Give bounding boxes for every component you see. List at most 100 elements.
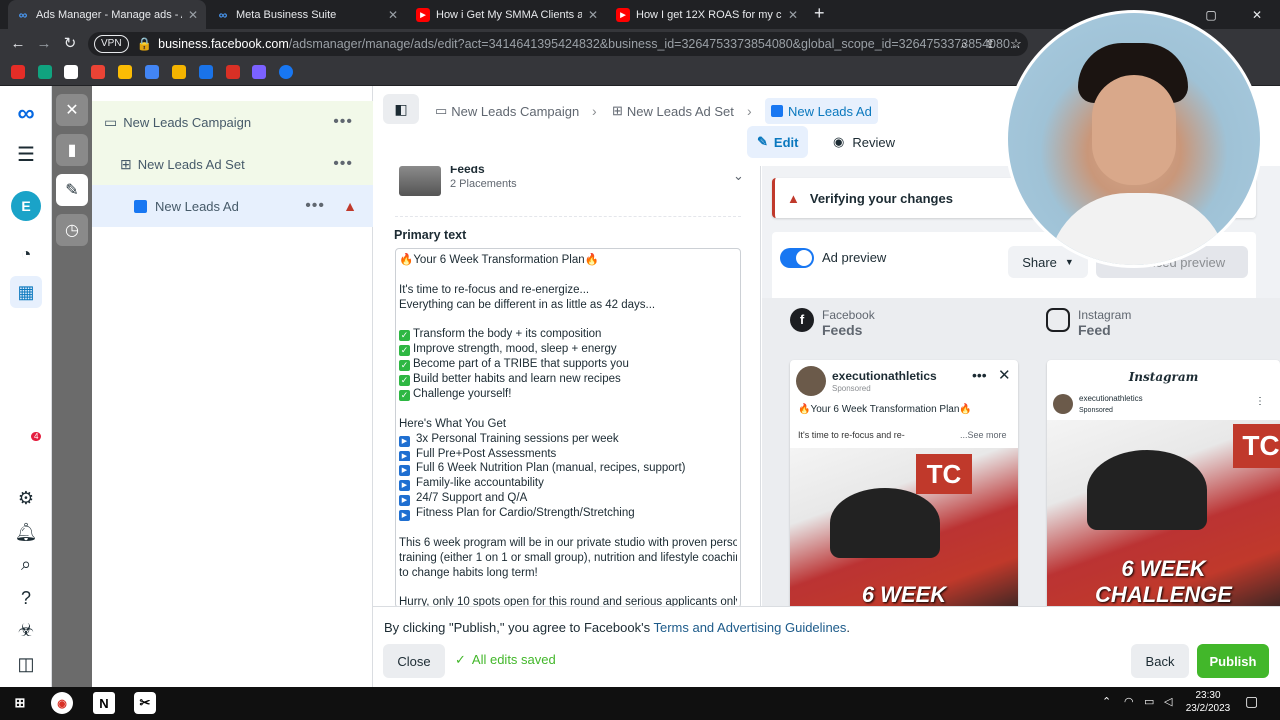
drive-bookmark-icon[interactable] bbox=[118, 65, 132, 79]
publish-button[interactable]: Publish bbox=[1197, 644, 1269, 678]
close-icon[interactable]: ✕ bbox=[188, 8, 198, 22]
window-close-icon[interactable]: ✕ bbox=[1234, 0, 1280, 29]
account-name: executionathletics bbox=[1079, 394, 1143, 403]
volume-icon[interactable]: ◁ bbox=[1164, 695, 1172, 708]
more-options-icon[interactable]: ⋮ bbox=[1255, 396, 1265, 407]
more-options-icon[interactable]: ••• bbox=[333, 155, 353, 173]
help-icon[interactable]: ? bbox=[10, 582, 42, 614]
account-name: executionathletics bbox=[832, 369, 937, 383]
tree-item-adset[interactable]: ⊞ New Leads Ad Set ••• bbox=[92, 143, 373, 185]
tree-item-campaign[interactable]: ▭ New Leads Campaign ••• bbox=[92, 101, 373, 143]
app-bookmark-icon[interactable] bbox=[199, 65, 213, 79]
terms-link[interactable]: Terms and Advertising Guidelines bbox=[653, 620, 846, 635]
sponsored-label: Sponsored bbox=[832, 384, 871, 393]
review-mode-button[interactable]: ◉ Review bbox=[823, 126, 905, 158]
bookmark-star-icon[interactable]: ☆ bbox=[1006, 34, 1026, 54]
panel-toggle-icon[interactable]: ◫ bbox=[10, 648, 42, 680]
breadcrumb-adset[interactable]: ⊞ New Leads Ad Set bbox=[612, 98, 734, 124]
menu-icon[interactable]: ☰ bbox=[10, 138, 42, 170]
app-bookmark-icon[interactable] bbox=[252, 65, 266, 79]
clock[interactable]: 23:30 23/2/2023 bbox=[1183, 689, 1233, 715]
system-tray-chevron-icon[interactable]: ⌃ bbox=[1102, 695, 1111, 708]
gear-icon[interactable]: ⚙ bbox=[10, 482, 42, 514]
chrome-icon[interactable]: ◉ bbox=[51, 692, 73, 714]
primary-text-field[interactable]: 🔥Your 6 Week Transformation Plan🔥 It's t… bbox=[395, 248, 741, 606]
browser-tab-youtube-2[interactable]: ▶ How I get 12X ROAS for my clien ✕ bbox=[608, 0, 806, 29]
close-icon[interactable]: ✕ bbox=[998, 366, 1011, 384]
forward-arrow-icon[interactable]: → bbox=[34, 34, 54, 54]
meta-icon: ∞ bbox=[18, 7, 28, 22]
see-more-link[interactable]: ...See more bbox=[960, 430, 1007, 440]
wifi-icon[interactable]: ◠ bbox=[1124, 695, 1134, 708]
benefit-item: Build better habits and learn new recipe… bbox=[413, 373, 621, 386]
avatar[interactable]: E bbox=[11, 191, 41, 221]
url-path: /adsmanager/manage/ads/edit?act=34146413… bbox=[288, 37, 1021, 51]
close-icon[interactable]: ✕ bbox=[588, 8, 598, 22]
bell-icon[interactable]: 🔔︎ bbox=[10, 516, 42, 548]
warning-icon: ▲ bbox=[787, 190, 800, 206]
close-icon[interactable]: ✕ bbox=[388, 8, 398, 22]
folder-bookmark-icon[interactable] bbox=[172, 65, 186, 79]
breadcrumb-campaign[interactable]: ▭ New Leads Campaign bbox=[435, 98, 579, 124]
clock-icon[interactable]: ◷ bbox=[56, 214, 88, 246]
image-headline: 6 WEEK bbox=[861, 582, 947, 606]
share-icon[interactable]: ⇪ bbox=[980, 34, 1000, 54]
docs-bookmark-icon[interactable] bbox=[145, 65, 159, 79]
primary-text-line: training (either 1 on 1 or small group),… bbox=[399, 551, 737, 564]
more-options-icon[interactable]: ••• bbox=[305, 197, 325, 215]
breadcrumb-ad[interactable]: New Leads Ad bbox=[765, 98, 878, 124]
capcut-icon[interactable]: ✂ bbox=[134, 692, 156, 714]
app-bookmark-icon[interactable] bbox=[279, 65, 293, 79]
back-arrow-icon[interactable]: ← bbox=[8, 34, 28, 54]
back-button[interactable]: Back bbox=[1131, 644, 1189, 678]
check-icon: ✓ bbox=[399, 360, 410, 372]
battery-icon[interactable]: ▭ bbox=[1144, 695, 1154, 708]
tree-item-ad[interactable]: New Leads Ad ••• ▲ bbox=[92, 185, 373, 227]
new-tab-button[interactable]: + bbox=[814, 3, 825, 24]
close-icon[interactable]: ✕ bbox=[788, 8, 798, 22]
close-icon[interactable]: ✕ bbox=[56, 94, 88, 126]
bar-chart-icon[interactable]: ▮ bbox=[56, 134, 88, 166]
notification-center-icon[interactable]: ▢ bbox=[1245, 693, 1258, 710]
windows-start-icon[interactable]: ⊞ bbox=[9, 692, 31, 714]
close-button[interactable]: Close bbox=[383, 644, 445, 678]
more-options-icon[interactable]: ••• bbox=[972, 367, 987, 383]
zoom-icon[interactable]: ⌕ bbox=[954, 34, 974, 54]
pencil-icon[interactable]: ✎ bbox=[56, 174, 88, 206]
instagram-ad-preview[interactable]: Instagram executionathletics Sponsored ⋮… bbox=[1047, 360, 1280, 606]
more-options-icon[interactable]: ••• bbox=[333, 113, 353, 131]
image-headline: CHALLENGE bbox=[1095, 582, 1232, 606]
reload-icon[interactable]: ↻ bbox=[60, 34, 80, 54]
divider bbox=[395, 216, 741, 217]
address-bar[interactable]: VPN 🔒 business.facebook.com /adsmanager/… bbox=[88, 32, 1028, 56]
browser-tab-youtube-1[interactable]: ▶ How i Get My SMMA Clients a 12 ✕ bbox=[408, 0, 606, 29]
ad-creative-form: Feeds 2 Placements ⌄ Primary text 🔥Your … bbox=[373, 166, 761, 606]
search-icon[interactable]: ⌕ bbox=[10, 548, 42, 580]
play-icon: ▶ bbox=[399, 465, 410, 477]
vpn-badge[interactable]: VPN bbox=[94, 35, 129, 53]
benefit-item: Challenge yourself! bbox=[413, 388, 512, 401]
edit-mode-button[interactable]: ✎ Edit bbox=[747, 126, 809, 158]
meta-nav-rail: ∞ ☰ E ◔ ▦ ⚙ 🔔︎ ⌕ ? ☣ ◫ bbox=[0, 86, 52, 687]
chevron-down-icon[interactable]: ⌄ bbox=[733, 168, 744, 184]
app-bookmark-icon[interactable] bbox=[226, 65, 240, 79]
browser-tab-ads-manager[interactable]: ∞ Ads Manager - Manage ads - Ad ✕ bbox=[8, 0, 206, 29]
terms-prefix: By clicking "Publish," you agree to Face… bbox=[384, 620, 651, 635]
bug-icon[interactable]: ☣ bbox=[10, 614, 42, 646]
notion-icon[interactable]: N bbox=[93, 692, 115, 714]
meta-logo-icon[interactable]: ∞ bbox=[10, 98, 42, 130]
lock-icon[interactable]: 🔒 bbox=[137, 37, 153, 52]
browser-tab-business-suite[interactable]: ∞ Meta Business Suite ✕ bbox=[208, 0, 406, 29]
chatgpt-bookmark-icon[interactable] bbox=[38, 65, 52, 79]
eye-icon: ◉ bbox=[833, 134, 845, 149]
facebook-ad-preview[interactable]: executionathletics Sponsored ••• ✕ 🔥Your… bbox=[790, 360, 1018, 606]
webcam-shirt bbox=[1048, 193, 1228, 265]
gmail-bookmark-icon[interactable] bbox=[91, 65, 105, 79]
benefit-item: Transform the body + its composition bbox=[413, 328, 602, 341]
v-bookmark-icon[interactable] bbox=[64, 65, 78, 79]
dashboard-icon[interactable]: ◔ bbox=[10, 238, 42, 270]
sidebar-toggle-icon[interactable]: ◧ bbox=[383, 94, 419, 124]
ad-preview-toggle[interactable] bbox=[780, 248, 814, 268]
campaigns-table-icon[interactable]: ▦ bbox=[10, 276, 42, 308]
youtube-bookmark-icon[interactable] bbox=[11, 65, 25, 79]
